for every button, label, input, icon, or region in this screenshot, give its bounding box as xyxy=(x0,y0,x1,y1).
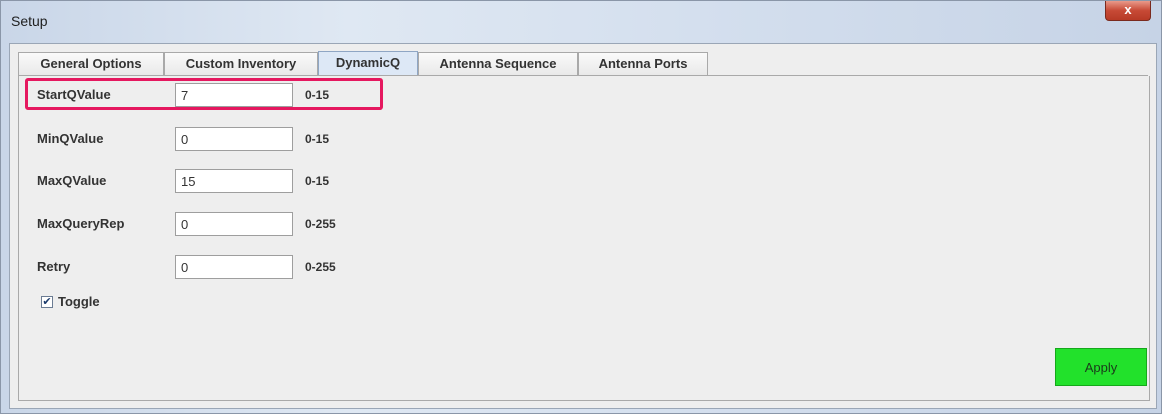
minq-label: MinQValue xyxy=(37,131,104,146)
tab-general-options[interactable]: General Options xyxy=(18,52,164,75)
tab-custom-inventory[interactable]: Custom Inventory xyxy=(164,52,318,75)
tab-strip: General Options Custom Inventory Dynamic… xyxy=(18,51,718,77)
field-row-maxqueryrep: MaxQueryRep 0 0-255 xyxy=(19,212,519,238)
field-row-startq: StartQValue 7 0-15 xyxy=(19,83,519,109)
close-icon: x xyxy=(1124,2,1132,17)
tab-antenna-ports[interactable]: Antenna Ports xyxy=(578,52,708,75)
apply-button[interactable]: Apply xyxy=(1055,348,1147,386)
button-bar: Apply xyxy=(18,328,1150,401)
maxqueryrep-range: 0-255 xyxy=(305,217,336,231)
maxqueryrep-label: MaxQueryRep xyxy=(37,216,125,231)
retry-label: Retry xyxy=(37,259,71,274)
toggle-label: Toggle xyxy=(58,294,100,309)
maxq-label: MaxQValue xyxy=(37,173,107,188)
startq-range: 0-15 xyxy=(305,88,330,102)
retry-range: 0-255 xyxy=(305,260,336,274)
startq-label: StartQValue xyxy=(37,87,111,102)
startq-input[interactable]: 7 xyxy=(175,83,293,107)
minq-range: 0-15 xyxy=(305,132,330,146)
client-area: General Options Custom Inventory Dynamic… xyxy=(9,43,1157,409)
tab-dynamicq[interactable]: DynamicQ xyxy=(318,51,418,77)
retry-input[interactable]: 0 xyxy=(175,255,293,279)
window-title: Setup xyxy=(11,13,48,29)
setup-window: Setup x General Options Custom Inventory… xyxy=(0,0,1162,414)
maxqueryrep-input[interactable]: 0 xyxy=(175,212,293,236)
dynamicq-panel: StartQValue 7 0-15 MinQValue 0 0-15 MaxQ… xyxy=(18,76,1150,329)
maxq-input[interactable]: 15 xyxy=(175,169,293,193)
title-bar[interactable]: Setup x xyxy=(1,1,1161,43)
tab-antenna-sequence[interactable]: Antenna Sequence xyxy=(418,52,578,75)
field-row-minq: MinQValue 0 0-15 xyxy=(19,127,519,153)
check-icon: ✔ xyxy=(42,296,52,308)
close-button[interactable]: x xyxy=(1105,1,1151,21)
minq-input[interactable]: 0 xyxy=(175,127,293,151)
maxq-range: 0-15 xyxy=(305,174,330,188)
field-row-retry: Retry 0 0-255 xyxy=(19,255,519,281)
field-row-maxq: MaxQValue 15 0-15 xyxy=(19,169,519,195)
toggle-checkbox[interactable]: ✔ xyxy=(41,296,53,308)
